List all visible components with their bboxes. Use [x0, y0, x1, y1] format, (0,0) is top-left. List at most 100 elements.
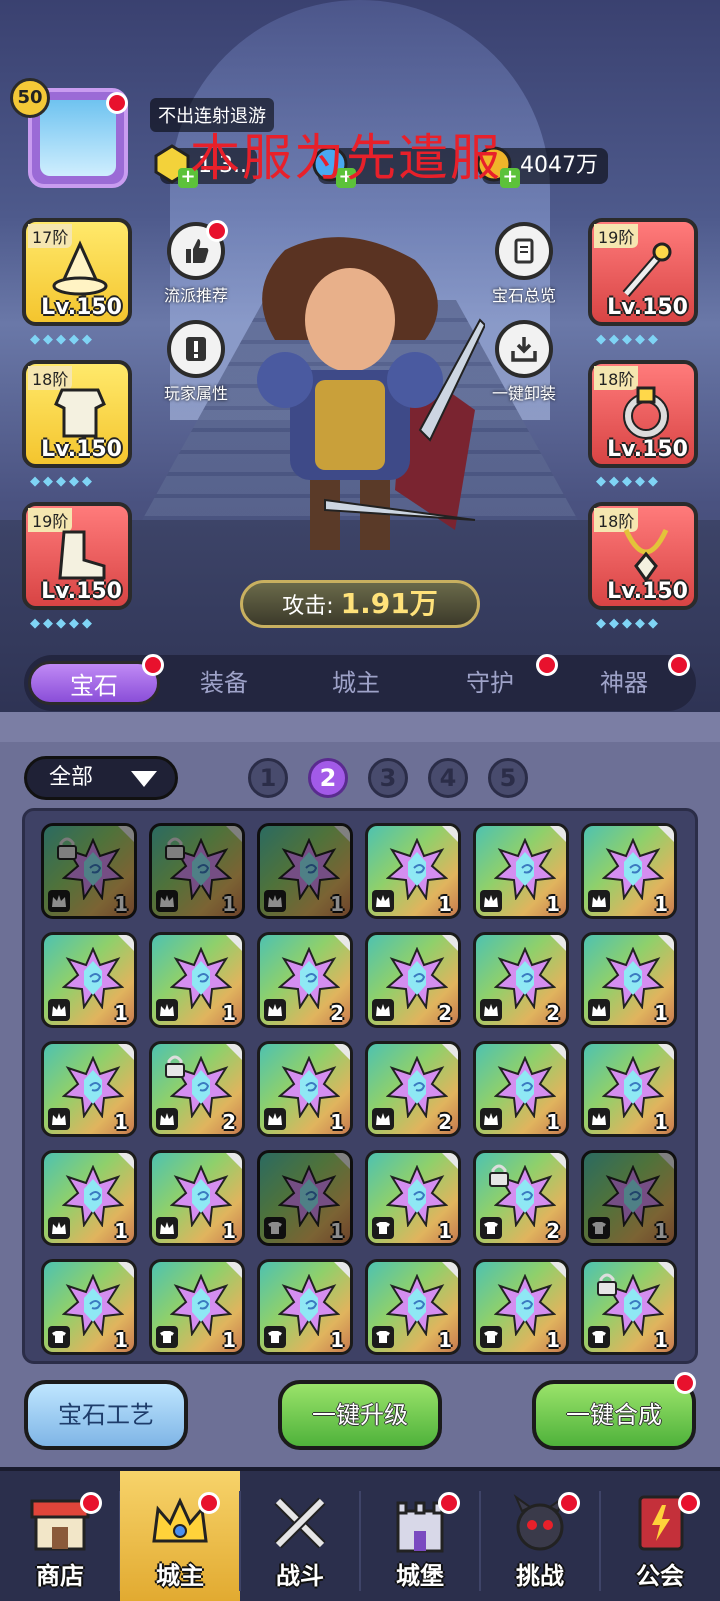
nav-castle[interactable]: 城堡: [360, 1471, 480, 1601]
gem-count: 1: [114, 892, 128, 916]
gem-inventory: 全部 1 2 3 4 5 111111112221121211111121111…: [0, 712, 720, 1467]
gem-count: 1: [654, 892, 668, 916]
shirt-icon: [480, 1326, 502, 1348]
gem-count: 1: [438, 1328, 452, 1352]
nav-label: 城主: [156, 1562, 204, 1590]
gem-slot[interactable]: 2: [365, 1041, 461, 1137]
gear-level: Lv.150: [607, 579, 688, 604]
gem-slot[interactable]: 1: [149, 1150, 245, 1246]
gear-slot-helmet[interactable]: 17阶 Lv.150: [22, 218, 132, 326]
gem-slot[interactable]: 2: [257, 932, 353, 1028]
crown-icon: [588, 1108, 610, 1130]
merge-all-button[interactable]: 一键合成: [532, 1380, 696, 1450]
shirt-icon: [588, 1217, 610, 1239]
notification-dot: [198, 1492, 220, 1514]
gear-level: Lv.150: [41, 295, 122, 320]
gem-count: 1: [222, 1219, 236, 1243]
gem-count: 2: [438, 1001, 452, 1025]
gem-slot[interactable]: 1: [581, 1259, 677, 1355]
gem-slot[interactable]: 1: [581, 1150, 677, 1246]
crossed-swords-icon: [274, 1497, 326, 1549]
page-4[interactable]: 4: [428, 758, 468, 798]
notification-dot: [674, 1372, 696, 1394]
gem-slot[interactable]: 1: [473, 823, 569, 919]
gem-slot[interactable]: 1: [41, 1041, 137, 1137]
gem-icon: [494, 947, 556, 1009]
notification-dot: [668, 654, 690, 676]
notification-dot: [438, 1492, 460, 1514]
gem-slot[interactable]: 1: [41, 823, 137, 919]
gem-slot[interactable]: 1: [473, 1041, 569, 1137]
gem-count: 2: [222, 1110, 236, 1134]
gem-slot[interactable]: 1: [149, 823, 245, 919]
gem-count: 1: [114, 1219, 128, 1243]
filter-dropdown[interactable]: 全部: [24, 756, 178, 800]
crown-icon: [48, 1108, 70, 1130]
shirt-icon: [156, 1326, 178, 1348]
attack-label: 攻击:: [282, 594, 334, 619]
tab-gems[interactable]: 宝石: [28, 661, 160, 705]
nav-battle[interactable]: 战斗: [240, 1471, 360, 1601]
gem-slot[interactable]: 1: [365, 1150, 461, 1246]
scroll-icon: [514, 238, 534, 264]
crown-icon: [588, 890, 610, 912]
staff-icon: [622, 242, 672, 297]
upgrade-all-button[interactable]: 一键升级: [278, 1380, 442, 1450]
gem-slot[interactable]: 1: [581, 823, 677, 919]
notification-dot: [142, 654, 164, 676]
gem-slot[interactable]: 1: [149, 1259, 245, 1355]
gem-count: 1: [330, 1110, 344, 1134]
gem-slot[interactable]: 1: [149, 932, 245, 1028]
notification-dot: [678, 1492, 700, 1514]
player-level-badge: 50: [10, 78, 50, 118]
notification-dot: [106, 92, 128, 114]
gem-slot[interactable]: 2: [365, 932, 461, 1028]
gem-slot[interactable]: 2: [473, 1150, 569, 1246]
gem-slot[interactable]: 1: [257, 1150, 353, 1246]
gem-slot[interactable]: 1: [41, 1259, 137, 1355]
gem-slot[interactable]: 1: [581, 1041, 677, 1137]
attack-power-display: 攻击: 1.91万: [240, 580, 480, 628]
gem-slot[interactable]: 1: [257, 1259, 353, 1355]
shirt-icon: [264, 1217, 286, 1239]
gem-slot[interactable]: 1: [473, 1259, 569, 1355]
gem-icon: [494, 838, 556, 900]
gem-count: 1: [114, 1328, 128, 1352]
gem-craft-button[interactable]: 宝石工艺: [24, 1380, 188, 1450]
gem-slot[interactable]: 2: [149, 1041, 245, 1137]
wizard-hat-icon: [52, 240, 108, 296]
nav-challenge[interactable]: 挑战: [480, 1471, 600, 1601]
tab-equipment[interactable]: 装备: [158, 661, 290, 705]
gem-slot[interactable]: 1: [365, 823, 461, 919]
crown-icon: [480, 999, 502, 1021]
page-5[interactable]: 5: [488, 758, 528, 798]
gear-slot-armor[interactable]: 18阶 Lv.150: [22, 360, 132, 468]
gem-slot[interactable]: 1: [41, 932, 137, 1028]
nav-label: 城堡: [396, 1562, 444, 1590]
gem-slot[interactable]: 1: [257, 823, 353, 919]
gear-slot-necklace[interactable]: 18阶 Lv.150: [588, 502, 698, 610]
gem-slot[interactable]: 1: [41, 1150, 137, 1246]
gem-icon: [386, 838, 448, 900]
nav-guild[interactable]: 公会: [600, 1471, 720, 1601]
gear-slot-boots[interactable]: 19阶 Lv.150: [22, 502, 132, 610]
nav-lord[interactable]: 城主: [120, 1471, 240, 1601]
page-1[interactable]: 1: [248, 758, 288, 798]
tab-lord[interactable]: 城主: [290, 661, 422, 705]
gem-slot[interactable]: 2: [473, 932, 569, 1028]
lock-icon: [165, 1055, 185, 1078]
gem-slot[interactable]: 1: [257, 1041, 353, 1137]
add-icon[interactable]: +: [500, 168, 520, 188]
shirt-icon: [264, 1326, 286, 1348]
nav-shop[interactable]: 商店: [0, 1471, 120, 1601]
gem-slot[interactable]: 1: [581, 932, 677, 1028]
page-2[interactable]: 2: [308, 758, 348, 798]
gear-slot-ring[interactable]: 18阶 Lv.150: [588, 360, 698, 468]
gem-slot[interactable]: 1: [365, 1259, 461, 1355]
gem-count: 1: [546, 892, 560, 916]
gear-slot-weapon[interactable]: 19阶 Lv.150: [588, 218, 698, 326]
shirt-icon: [372, 1326, 394, 1348]
gem-icon: [494, 1056, 556, 1118]
page-3[interactable]: 3: [368, 758, 408, 798]
notification-dot: [80, 1492, 102, 1514]
